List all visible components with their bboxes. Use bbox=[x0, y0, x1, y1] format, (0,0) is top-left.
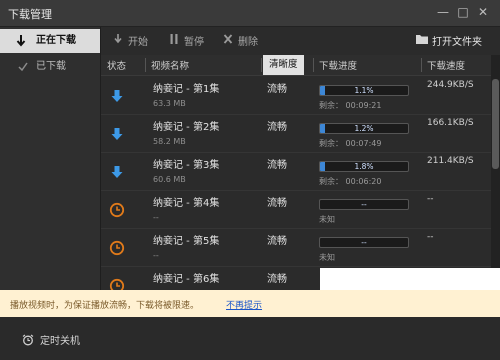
quality-value: 流畅 bbox=[267, 122, 287, 133]
download-icon bbox=[111, 33, 125, 51]
quality-value: 流畅 bbox=[267, 236, 287, 247]
column-divider bbox=[313, 58, 314, 72]
waiting-clock-icon bbox=[109, 202, 125, 218]
open-folder-button[interactable]: 打开文件夹 bbox=[415, 33, 482, 49]
column-progress[interactable]: 下载进度 bbox=[319, 58, 357, 72]
downloading-arrow-icon bbox=[109, 164, 125, 180]
close-button[interactable]: ✕ bbox=[476, 5, 490, 19]
scroll-thumb[interactable] bbox=[492, 79, 499, 169]
table-row[interactable]: 纳妾记 - 第1集 63.3 MB 流畅 1.1% 剩余： 00:09:21 2… bbox=[101, 76, 491, 115]
progress-percent: 1.2% bbox=[354, 124, 374, 133]
quality-value: 流畅 bbox=[267, 84, 287, 95]
maximize-button[interactable]: □ bbox=[456, 5, 470, 19]
notice-message: 播放视频时，为保证播放流畅，下载将被限速。 bbox=[10, 301, 200, 311]
column-divider bbox=[261, 58, 262, 72]
file-size: -- bbox=[153, 213, 159, 222]
remaining-time: 未知 bbox=[319, 215, 335, 224]
download-list: 纳妾记 - 第1集 63.3 MB 流畅 1.1% 剩余： 00:09:21 2… bbox=[101, 76, 491, 290]
progress-bar: 1.1% bbox=[319, 85, 409, 96]
footer-bar: 定时关机 bbox=[0, 317, 500, 360]
list-header: 状态 视频名称 清晰度 下载进度 下载速度 bbox=[101, 55, 491, 76]
download-speed: 166.1KB/S bbox=[427, 118, 474, 128]
alarm-clock-icon bbox=[22, 334, 34, 346]
progress-bar: 1.2% bbox=[319, 123, 409, 134]
download-speed: 244.9KB/S bbox=[427, 80, 474, 90]
quality-value: 流畅 bbox=[267, 198, 287, 209]
video-name: 纳妾记 - 第1集 bbox=[153, 84, 220, 95]
column-divider bbox=[145, 58, 146, 72]
sidebar-item-downloading[interactable]: 正在下载 bbox=[0, 29, 100, 53]
open-folder-label: 打开文件夹 bbox=[432, 37, 482, 48]
minimize-button[interactable]: — bbox=[436, 5, 450, 19]
table-row[interactable]: 纳妾记 - 第2集 58.2 MB 流畅 1.2% 剩余： 00:07:49 1… bbox=[101, 114, 491, 153]
video-name: 纳妾记 - 第2集 bbox=[153, 122, 220, 133]
dont-remind-link[interactable]: 不再提示 bbox=[226, 298, 262, 311]
file-size: -- bbox=[153, 251, 159, 260]
table-row[interactable]: 纳妾记 - 第5集 -- 流畅 -- 未知 -- bbox=[101, 228, 491, 267]
table-row[interactable]: 纳妾记 - 第4集 -- 流畅 -- 未知 -- bbox=[101, 190, 491, 229]
file-size: 58.2 MB bbox=[153, 137, 186, 146]
sidebar-item-label: 正在下载 bbox=[36, 35, 76, 46]
title-bar: 下载管理 — □ ✕ bbox=[0, 0, 500, 27]
downloading-arrow-icon bbox=[109, 88, 125, 104]
quality-value: 流畅 bbox=[267, 274, 287, 285]
progress-bar: -- bbox=[319, 237, 409, 248]
column-divider bbox=[421, 58, 422, 72]
waiting-clock-icon bbox=[109, 240, 125, 256]
downloading-arrow-icon bbox=[109, 126, 125, 142]
remaining-time: 未知 bbox=[319, 253, 335, 262]
video-name: 纳妾记 - 第6集 bbox=[153, 274, 220, 285]
sidebar-item-label: 已下载 bbox=[36, 61, 66, 72]
remaining-time: 剩余： 00:06:20 bbox=[319, 177, 382, 186]
folder-icon bbox=[415, 33, 429, 51]
blank-area bbox=[320, 268, 500, 290]
progress-percent: 1.1% bbox=[354, 86, 374, 95]
progress-bar: -- bbox=[319, 199, 409, 210]
video-name: 纳妾记 - 第5集 bbox=[153, 236, 220, 247]
download-manager-window: 下载管理 — □ ✕ 正在下载 已下载 开始 暂停 删除 打开文件夹 状态 视频… bbox=[0, 0, 500, 360]
pause-icon bbox=[167, 33, 181, 51]
video-name: 纳妾记 - 第4集 bbox=[153, 198, 220, 209]
progress-percent: -- bbox=[361, 200, 367, 209]
waiting-clock-icon bbox=[109, 278, 125, 290]
delete-x-icon bbox=[221, 33, 235, 51]
file-size: 60.6 MB bbox=[153, 175, 186, 184]
file-size: 63.3 MB bbox=[153, 99, 186, 108]
delete-label: 删除 bbox=[238, 37, 258, 48]
delete-button[interactable]: 删除 bbox=[221, 33, 258, 49]
remaining-time: 剩余： 00:07:49 bbox=[319, 139, 382, 148]
progress-percent: 1.8% bbox=[354, 162, 374, 171]
start-button[interactable]: 开始 bbox=[111, 33, 148, 49]
pause-button[interactable]: 暂停 bbox=[167, 33, 204, 49]
timed-shutdown-button[interactable]: 定时关机 bbox=[22, 332, 80, 347]
window-title: 下载管理 bbox=[8, 8, 52, 21]
quality-value: 流畅 bbox=[267, 160, 287, 171]
column-speed[interactable]: 下载速度 bbox=[427, 58, 465, 72]
pause-label: 暂停 bbox=[184, 37, 204, 48]
list-scrollbar[interactable] bbox=[491, 55, 500, 290]
start-label: 开始 bbox=[128, 37, 148, 48]
timed-shutdown-label: 定时关机 bbox=[40, 336, 80, 347]
notice-bar: 播放视频时，为保证播放流畅，下载将被限速。 不再提示 bbox=[0, 290, 500, 317]
download-speed: 211.4KB/S bbox=[427, 156, 474, 166]
remaining-time: 剩余： 00:09:21 bbox=[319, 101, 382, 110]
video-name: 纳妾记 - 第3集 bbox=[153, 160, 220, 171]
sidebar: 正在下载 已下载 bbox=[0, 27, 101, 290]
column-name[interactable]: 视频名称 bbox=[151, 58, 189, 72]
column-quality[interactable]: 清晰度 bbox=[263, 55, 304, 75]
sidebar-item-downloaded[interactable]: 已下载 bbox=[0, 55, 100, 79]
download-speed: -- bbox=[427, 194, 434, 204]
download-speed: -- bbox=[427, 232, 434, 242]
column-state[interactable]: 状态 bbox=[107, 58, 126, 72]
check-icon bbox=[18, 55, 28, 89]
toolbar: 开始 暂停 删除 打开文件夹 bbox=[101, 27, 500, 55]
progress-percent: -- bbox=[361, 238, 367, 247]
table-row[interactable]: 纳妾记 - 第3集 60.6 MB 流畅 1.8% 剩余： 00:06:20 2… bbox=[101, 152, 491, 191]
progress-bar: 1.8% bbox=[319, 161, 409, 172]
